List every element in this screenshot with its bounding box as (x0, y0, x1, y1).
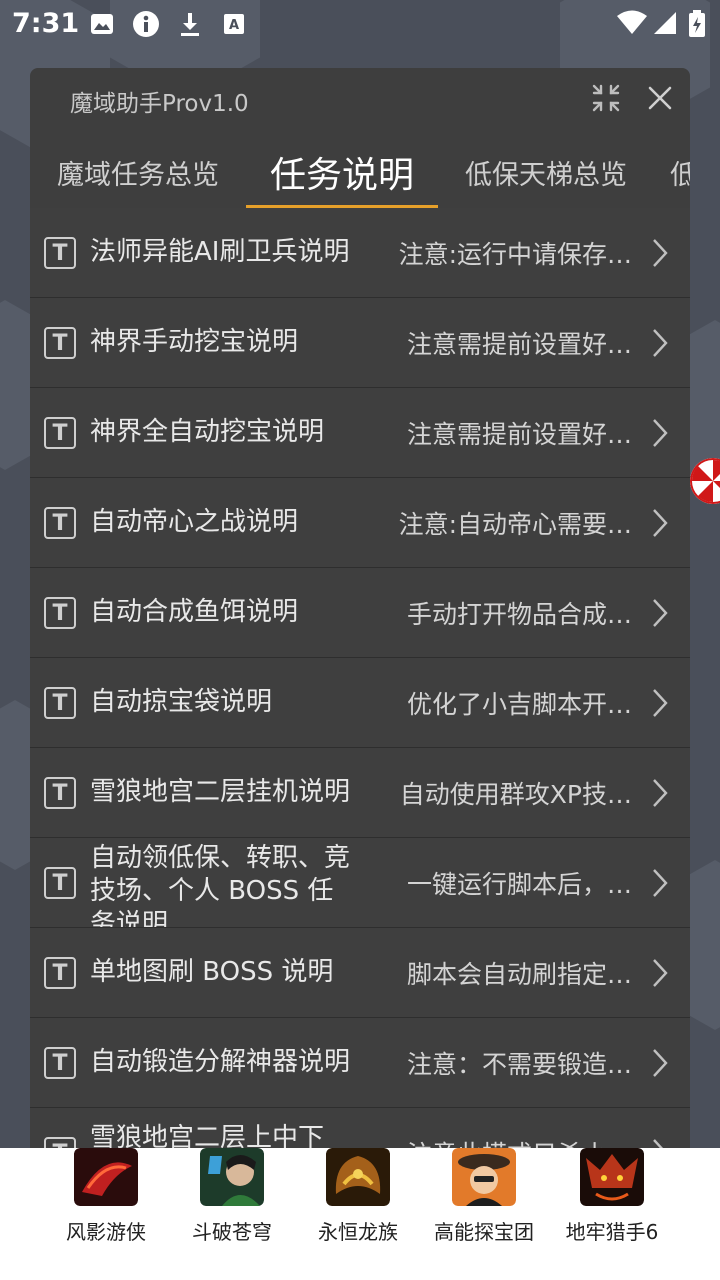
item-description: 注意:运行中请保存… (398, 239, 632, 269)
item-title: 法师异能AI刷卫兵说明 (90, 237, 350, 267)
chevron-right-icon (653, 1139, 664, 1148)
text-icon: T (44, 1047, 76, 1079)
image-icon (88, 10, 116, 38)
item-title: 自动领低保、转职、竞技场、个人 BOSS 任务说明 (90, 843, 351, 927)
chevron-right-icon (653, 779, 668, 807)
item-title: 单地图刷 BOSS 说明 (90, 957, 334, 987)
game-icon-dilao (580, 1148, 644, 1206)
list-item[interactable]: T 自动锻造分解神器说明 注意：不需要锻造… (30, 1018, 690, 1108)
game-icon-doupo (200, 1148, 264, 1206)
game-item[interactable]: 永恒龙族 (288, 1148, 428, 1280)
text-icon: T (44, 687, 76, 719)
close-icon (648, 86, 672, 110)
download-icon (176, 10, 204, 38)
text-icon: T (44, 597, 76, 629)
collapse-button[interactable] (588, 80, 624, 116)
item-description: 手动打开物品合成… (406, 599, 632, 629)
item-title: 自动合成鱼饵说明 (90, 597, 299, 627)
list-item[interactable]: T 雪狼地宫二层上中下 注意此模式只杀小… (30, 1108, 690, 1148)
chevron-right-icon (653, 329, 668, 357)
game-icon-fengying (74, 1148, 138, 1206)
game-item[interactable]: 风影游侠 (36, 1148, 176, 1280)
game-item[interactable]: 高能探宝团 (414, 1148, 554, 1280)
wifi-icon (616, 10, 648, 40)
list-item[interactable]: T 自动掠宝袋说明 优化了小吉脚本开… (30, 658, 690, 748)
item-description: 优化了小吉脚本开… (406, 689, 632, 719)
game-name: 地牢猎手6 (565, 1220, 659, 1244)
item-title: 神界手动挖宝说明 (90, 327, 299, 357)
list-item[interactable]: T 自动合成鱼饵说明 手动打开物品合成… (30, 568, 690, 658)
item-title: 雪狼地宫二层挂机说明 (90, 777, 351, 807)
game-icon-gaoneng (452, 1148, 516, 1206)
svg-text:A: A (229, 18, 239, 33)
chevron-right-icon (653, 419, 668, 447)
chevron-right-icon (653, 689, 668, 717)
item-description: 自动使用群攻XP技… (399, 779, 632, 809)
chevron-right-icon (653, 1049, 668, 1077)
text-icon: T (44, 867, 76, 899)
chevron-right-icon (653, 959, 668, 987)
game-name: 风影游侠 (66, 1220, 146, 1244)
status-time: 7:31 (12, 8, 80, 39)
game-name: 斗破苍穹 (192, 1220, 272, 1244)
chevron-right-icon (653, 509, 668, 537)
game-icon-yongheng (326, 1148, 390, 1206)
list-item[interactable]: T 单地图刷 BOSS 说明 脚本会自动刷指定… (30, 928, 690, 1018)
tab-ladder-overview[interactable]: 低保天梯总览 (448, 136, 644, 208)
game-item[interactable]: 地牢猎手6 (542, 1148, 682, 1280)
list-item[interactable]: T 神界全自动挖宝说明 注意需提前设置好… (30, 388, 690, 478)
translate-icon: A (220, 10, 248, 38)
item-description: 注意需提前设置好… (406, 419, 632, 449)
text-icon: T (44, 1137, 76, 1148)
list-item[interactable]: T 雪狼地宫二层挂机说明 自动使用群攻XP技… (30, 748, 690, 838)
chevron-right-icon (653, 599, 668, 627)
text-icon: T (44, 417, 76, 449)
task-description-list: T 法师异能AI刷卫兵说明 注意:运行中请保存… T 神界手动挖宝说明 注意需提… (30, 208, 690, 1148)
list-item[interactable]: T 神界手动挖宝说明 注意需提前设置好… (30, 298, 690, 388)
item-description: 注意:自动帝心需要… (398, 509, 632, 539)
battery-icon (688, 10, 706, 42)
item-title: 自动帝心之战说明 (90, 507, 299, 537)
game-name: 永恒龙族 (318, 1220, 398, 1244)
tab-partial[interactable]: 低 (670, 136, 690, 208)
info-icon (132, 10, 160, 38)
text-icon: T (44, 777, 76, 809)
tab-task-description[interactable]: 任务说明 (246, 136, 438, 208)
compress-icon (592, 84, 620, 112)
chevron-right-icon (653, 869, 668, 897)
list-item[interactable]: T 自动帝心之战说明 注意:自动帝心需要… (30, 478, 690, 568)
text-icon: T (44, 237, 76, 269)
item-title: 神界全自动挖宝说明 (90, 417, 325, 447)
text-icon: T (44, 327, 76, 359)
item-description: 注意此模式只杀小… (407, 1135, 632, 1149)
item-description: 注意需提前设置好… (406, 329, 632, 359)
list-item[interactable]: T 法师异能AI刷卫兵说明 注意:运行中请保存… (30, 208, 690, 298)
panel-title: 魔域助手Prov1.0 (70, 91, 249, 117)
game-recommendation-bar: 风影游侠 斗破苍穹 永恒龙族 高能探宝团 地牢猎手6 (0, 1148, 720, 1280)
status-bar: 7:31 A (0, 0, 720, 50)
item-title: 自动掠宝袋说明 (90, 687, 273, 717)
close-button[interactable] (642, 80, 678, 116)
text-icon: T (44, 507, 76, 539)
item-description: 注意：不需要锻造… (406, 1049, 632, 1079)
assistant-panel: 魔域助手Prov1.0 魔域任务总览 任务说明 低保天梯总览 低 T 法师异能A… (30, 68, 690, 1148)
game-name: 高能探宝团 (434, 1220, 534, 1244)
tab-bar: 魔域任务总览 任务说明 低保天梯总览 低 (30, 136, 690, 208)
item-description: 脚本会自动刷指定… (406, 959, 632, 989)
list-item[interactable]: T 自动领低保、转职、竞技场、个人 BOSS 任务说明 一键运行脚本后，… (30, 838, 690, 928)
chevron-right-icon (653, 239, 668, 267)
tab-task-overview[interactable]: 魔域任务总览 (38, 136, 238, 208)
item-title: 雪狼地宫二层上中下 (90, 1123, 325, 1148)
game-item[interactable]: 斗破苍穹 (162, 1148, 302, 1280)
item-description: 一键运行脚本后，… (406, 869, 632, 899)
text-icon: T (44, 957, 76, 989)
item-title: 自动锻造分解神器说明 (90, 1047, 351, 1077)
signal-icon (652, 10, 678, 40)
